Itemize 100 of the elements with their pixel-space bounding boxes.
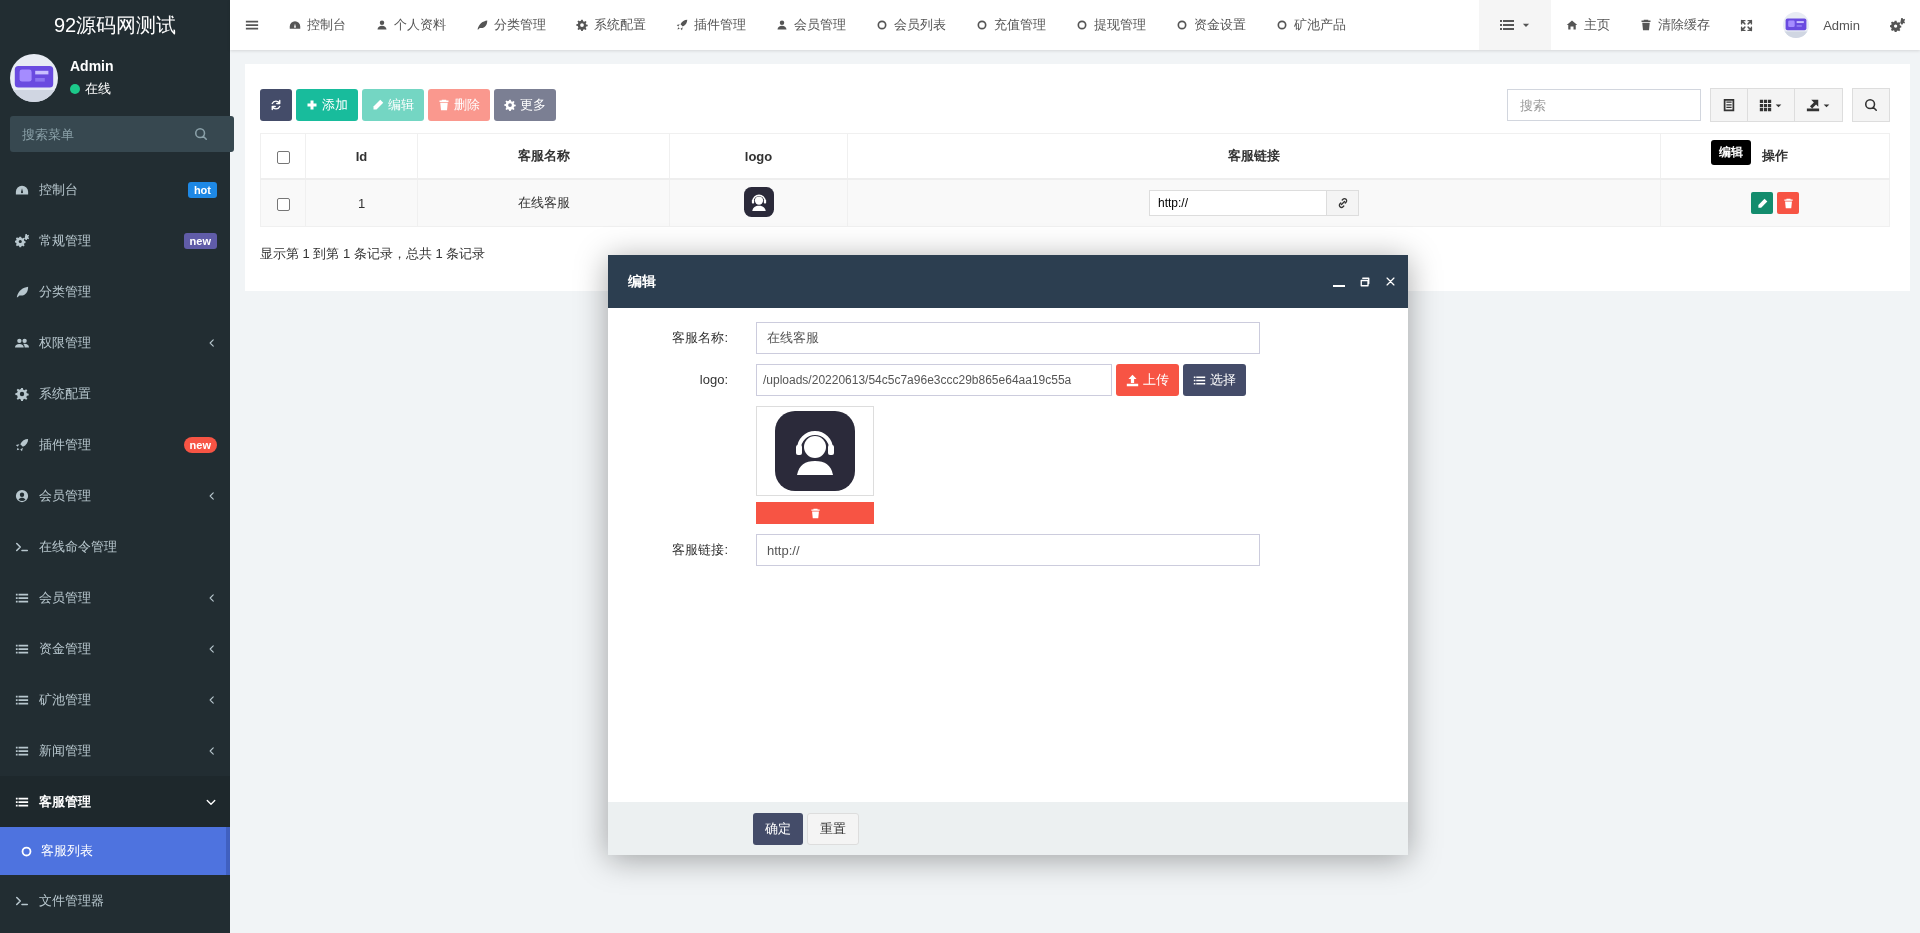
export-button[interactable]	[1795, 88, 1843, 122]
list-icon	[1499, 17, 1516, 33]
nav-tab[interactable]: 控制台	[274, 0, 361, 50]
search-field[interactable]: 搜索菜单	[10, 116, 234, 152]
nav-tab[interactable]: 插件管理	[661, 0, 761, 50]
pencil-icon	[1756, 197, 1768, 209]
delete-button[interactable]	[1777, 192, 1799, 214]
edit-button[interactable]	[1751, 192, 1773, 214]
field-label: 客服链接:	[671, 541, 728, 559]
pagination-info: 显示第 1 到第 1 条记录，总共 1 条记录	[260, 245, 487, 263]
restore-icon	[1359, 275, 1371, 288]
menu-item[interactable]: 插件管理 new	[0, 419, 230, 470]
trash-icon	[1640, 19, 1653, 31]
chevron-left-icon	[207, 592, 217, 603]
choose-button[interactable]: 选择	[1183, 364, 1246, 396]
search-field[interactable]: 搜索	[1507, 89, 1701, 121]
nav-tab[interactable]: 系统配置	[561, 0, 661, 50]
user-name: Admin	[70, 58, 114, 74]
home-link[interactable]: 主页	[1551, 0, 1626, 50]
nav-tab[interactable]: 资金设置	[1161, 0, 1261, 50]
menu-item[interactable]: 客服管理	[0, 776, 230, 827]
leaf-icon	[476, 19, 488, 31]
chevron-left-icon	[207, 643, 217, 654]
pencil-icon	[372, 99, 384, 111]
close-icon	[1385, 276, 1396, 287]
menu-item[interactable]: 常规管理 new	[0, 215, 230, 266]
input-field[interactable]: http://	[756, 534, 1260, 566]
menu-item[interactable]: 分类管理	[0, 266, 230, 317]
clear-cache-link[interactable]: 清除缓存	[1625, 0, 1726, 50]
nav-tab[interactable]: 分类管理	[461, 0, 561, 50]
chevron-left-icon	[207, 490, 217, 501]
export-icon	[1806, 98, 1820, 112]
app-title: 92源码网测试	[52, 12, 178, 38]
menu-item[interactable]: 文件管理器	[0, 875, 230, 926]
refresh-button[interactable]	[260, 89, 292, 121]
columns-button[interactable]	[1748, 88, 1795, 122]
chevron-left-icon	[207, 694, 217, 705]
column-header: 客服链接	[1228, 148, 1280, 163]
column-header: Id	[355, 148, 368, 164]
grid-icon	[1759, 98, 1772, 112]
nav-tab[interactable]: 充值管理	[961, 0, 1061, 50]
menu-item[interactable]: 会员管理	[0, 470, 230, 521]
rocket-icon	[15, 437, 29, 452]
gear-icon	[15, 386, 29, 401]
menu-icon	[245, 18, 259, 32]
upload-icon	[1126, 373, 1139, 387]
expand-icon	[1740, 18, 1754, 32]
more-button[interactable]: 更多	[494, 89, 556, 121]
field-label: 客服名称:	[671, 329, 728, 347]
table-cell: 1	[357, 195, 366, 211]
search-icon	[1864, 98, 1878, 112]
maximize-button[interactable]	[1359, 275, 1371, 288]
confirm-button[interactable]: 确定	[753, 812, 803, 845]
more-menu-button[interactable]	[1479, 0, 1552, 50]
nav-tab[interactable]: 矿池产品	[1261, 0, 1361, 50]
link-field[interactable]: http://	[1149, 190, 1327, 216]
submenu-item[interactable]: 客服列表	[0, 827, 230, 875]
plus-icon	[306, 99, 318, 111]
checkbox[interactable]	[276, 197, 290, 211]
column-header: 操作	[1762, 148, 1788, 163]
menu-badge: hot	[187, 181, 217, 198]
headset-person-icon	[775, 411, 855, 491]
menu-item[interactable]: 系统配置	[0, 368, 230, 419]
user-icon	[776, 19, 788, 31]
input-field[interactable]: 在线客服	[756, 322, 1260, 354]
close-button[interactable]	[1385, 276, 1396, 287]
rocket-icon	[676, 19, 688, 31]
menu-item[interactable]: 权限管理	[0, 317, 230, 368]
user-menu[interactable]: Admin	[1768, 0, 1875, 50]
search-button[interactable]	[1852, 88, 1890, 122]
nav-tab[interactable]: 提现管理	[1061, 0, 1161, 50]
dashboard-icon	[289, 19, 301, 31]
menu-item[interactable]: 新闻管理	[0, 725, 230, 776]
leaf-icon	[15, 284, 29, 299]
checkbox[interactable]	[276, 150, 290, 164]
user-icon	[376, 19, 388, 31]
headset-person-icon	[743, 186, 774, 217]
menu-item[interactable]: 会员管理	[0, 572, 230, 623]
nav-tab[interactable]: 个人资料	[361, 0, 461, 50]
minimize-icon	[1333, 284, 1345, 287]
list-icon	[1193, 373, 1206, 387]
menu-item[interactable]: 矿池管理	[0, 674, 230, 725]
input-field[interactable]: /uploads/20220613/54c5c7a96e3ccc29b865e64aa19c55a	[756, 364, 1112, 396]
list-icon	[1722, 98, 1736, 112]
menu-item[interactable]: 在线命令管理	[0, 521, 230, 572]
menu-item[interactable]: 控制台 hot	[0, 164, 230, 215]
gear-icon	[504, 99, 516, 111]
open-link-button[interactable]	[1327, 190, 1359, 216]
menu-item[interactable]: 资金管理	[0, 623, 230, 674]
refresh-icon	[270, 99, 282, 111]
link-icon	[1336, 197, 1349, 209]
nav-tab[interactable]: 会员管理	[761, 0, 861, 50]
gears-icon	[15, 233, 29, 248]
user-status: 在线	[85, 80, 111, 98]
table-cell: 在线客服	[517, 195, 570, 210]
toggle-view-button[interactable]	[1710, 88, 1748, 122]
home-icon	[1566, 19, 1579, 31]
reset-button[interactable]: 重置	[807, 812, 859, 845]
nav-tab[interactable]: 会员列表	[861, 0, 961, 50]
trash-icon	[438, 99, 450, 111]
